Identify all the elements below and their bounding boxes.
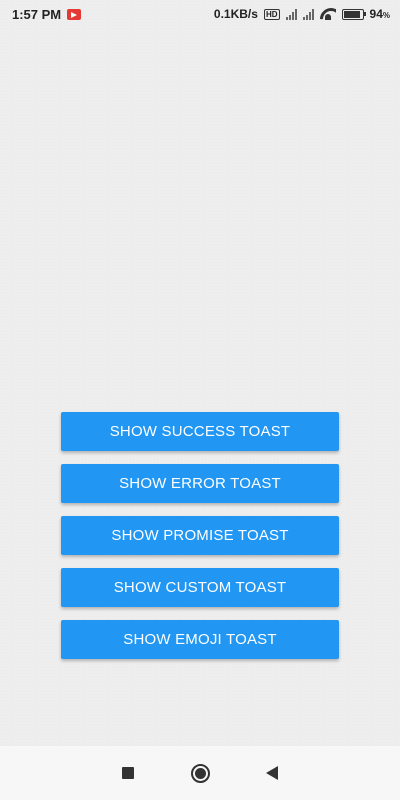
wifi-icon — [320, 8, 336, 20]
recents-button[interactable] — [113, 758, 143, 788]
status-bar: 1:57 PM 0.1KB/s HD 94% — [0, 0, 400, 28]
status-right: 0.1KB/s HD 94% — [214, 7, 390, 21]
signal-icon-2 — [302, 8, 314, 20]
show-promise-toast-button[interactable]: SHOW PROMISE TOAST — [61, 516, 339, 555]
show-emoji-toast-button[interactable]: SHOW EMOJI TOAST — [61, 620, 339, 659]
back-button[interactable] — [257, 758, 287, 788]
battery-level: 94% — [370, 7, 390, 21]
app-screen: 1:57 PM 0.1KB/s HD 94% SHOW SUCCESS TOAS… — [0, 0, 400, 800]
video-recorder-icon — [67, 8, 82, 20]
network-speed: 0.1KB/s — [213, 7, 258, 21]
home-button[interactable] — [185, 758, 215, 788]
square-icon — [122, 767, 134, 779]
show-error-toast-button[interactable]: SHOW ERROR TOAST — [61, 464, 339, 503]
status-left: 1:57 PM — [12, 6, 82, 22]
battery-fill — [343, 10, 361, 18]
show-success-toast-button[interactable]: SHOW SUCCESS TOAST — [61, 412, 339, 451]
hd-badge: HD — [263, 8, 280, 20]
battery-icon — [341, 8, 366, 20]
signal-icon — [285, 8, 297, 20]
circle-icon — [190, 763, 210, 783]
triangle-back-icon — [266, 766, 278, 780]
battery-level-value: 94 — [369, 7, 383, 21]
toast-button-stack: SHOW SUCCESS TOAST SHOW ERROR TOAST SHOW… — [61, 412, 339, 659]
navigation-bar — [0, 746, 400, 800]
status-time: 1:57 PM — [12, 6, 62, 22]
battery-level-unit: % — [382, 11, 390, 20]
show-custom-toast-button[interactable]: SHOW CUSTOM TOAST — [61, 568, 339, 607]
